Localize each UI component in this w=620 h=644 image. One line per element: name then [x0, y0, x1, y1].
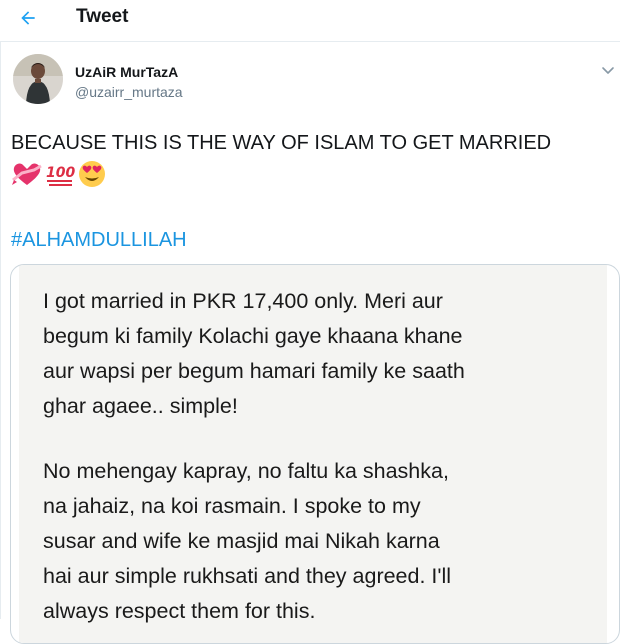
note-line: aur wapsi per begum hamari family ke saa…	[43, 359, 465, 383]
tweet-header: Tweet	[0, 0, 620, 42]
svg-text:100: 100	[46, 165, 75, 181]
author-display-name[interactable]: UzAiR MurTazA	[75, 64, 178, 80]
author-handle[interactable]: @uzairr_murtaza	[75, 84, 183, 100]
page-title: Tweet	[76, 6, 129, 27]
note-line: always respect them for this.	[43, 599, 316, 623]
heart-with-ribbon-icon	[12, 163, 42, 185]
avatar[interactable]	[13, 54, 63, 104]
tweet-emojis: 100	[12, 159, 106, 189]
note-line: na jahaiz, na koi rasmain. I spoke to my	[43, 494, 421, 518]
back-arrow-icon	[21, 11, 35, 25]
note-line: begum ki family Kolachi gaye khaana khan…	[43, 324, 463, 348]
note-line: ghar agaee.. simple!	[43, 394, 238, 418]
heart-eyes-face-icon	[79, 161, 105, 187]
back-button[interactable]	[14, 4, 42, 32]
tweet-media-card[interactable]: I got married in PKR 17,400 only. Meri a…	[10, 264, 620, 644]
chevron-down-icon[interactable]	[600, 62, 616, 78]
hundred-points-icon: 100	[46, 165, 75, 186]
tweet-text: BECAUSE THIS IS THE WAY OF ISLAM TO GET …	[11, 132, 552, 154]
hashtag-link[interactable]: #ALHAMDULLILAH	[11, 229, 187, 252]
note-line: I got married in PKR 17,400 only. Meri a…	[43, 289, 443, 313]
column-divider	[0, 42, 1, 619]
note-line: No mehengay kapray, no faltu ka shashka,	[43, 459, 449, 483]
screenshot-note: I got married in PKR 17,400 only. Meri a…	[19, 265, 607, 643]
note-line: hai aur simple rukhsati and they agreed.…	[43, 564, 452, 588]
note-line: susar and wife ke masjid mai Nikah karna	[43, 529, 440, 553]
